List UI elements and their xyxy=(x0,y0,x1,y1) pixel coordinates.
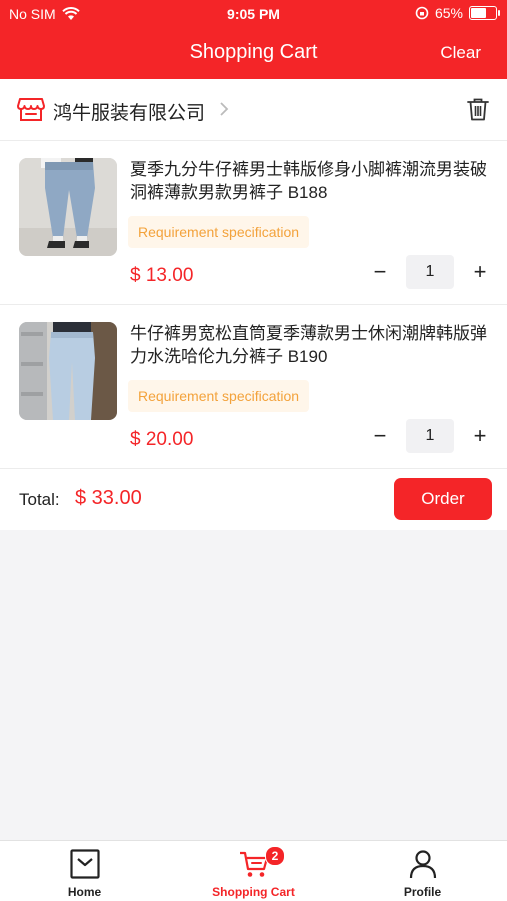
store-row[interactable]: 鸿牛服装有限公司 xyxy=(0,79,507,141)
product-price: $ 13.00 xyxy=(130,265,194,286)
tab-label: Profile xyxy=(403,885,442,899)
decrement-button[interactable]: − xyxy=(368,260,392,284)
product-title[interactable]: 夏季九分牛仔裤男士韩版修身小脚裤潮流男装破洞裤薄款男款男裤子 B188 xyxy=(130,158,490,204)
order-button[interactable]: Order xyxy=(394,478,492,520)
orientation-lock-icon xyxy=(415,6,429,20)
increment-button[interactable]: + xyxy=(468,260,492,284)
page-title: Shopping Cart xyxy=(189,41,318,63)
increment-button[interactable]: + xyxy=(468,424,492,448)
battery-percent: 65% xyxy=(434,5,463,21)
store-name[interactable]: 鸿牛服装有限公司 xyxy=(53,98,205,125)
total-value: $ 33.00 xyxy=(75,487,142,509)
decrement-button[interactable]: − xyxy=(368,424,392,448)
tab-label: Shopping Cart xyxy=(212,885,295,899)
clear-button[interactable]: Clear xyxy=(440,43,481,63)
trash-icon[interactable] xyxy=(467,97,489,121)
profile-icon xyxy=(409,850,437,879)
checkout-bar: Total: $ 33.00 Order xyxy=(0,469,507,530)
product-price: $ 20.00 xyxy=(130,429,194,450)
total-label: Total: xyxy=(19,490,60,509)
cart-item: 夏季九分牛仔裤男士韩版修身小脚裤潮流男装破洞裤薄款男款男裤子 B188 Requ… xyxy=(0,141,507,305)
tab-shopping-cart[interactable]: 2 Shopping Cart xyxy=(169,841,338,901)
quantity-value[interactable]: 1 xyxy=(406,255,454,289)
quantity-stepper: − 1 + xyxy=(368,255,492,289)
status-bar: No SIM 9:05 PM 65% xyxy=(0,0,507,28)
spec-selector[interactable]: Requirement specification xyxy=(128,380,310,412)
home-icon xyxy=(70,849,100,879)
product-image[interactable] xyxy=(19,322,117,420)
product-image[interactable] xyxy=(19,158,117,256)
cart-badge: 2 xyxy=(265,846,285,866)
tab-bar: Home 2 Shopping Cart Profile xyxy=(0,840,507,901)
battery-icon xyxy=(469,6,500,20)
tab-profile[interactable]: Profile xyxy=(338,841,507,901)
chevron-right-icon xyxy=(220,102,229,116)
app-header: No SIM 9:05 PM 65% Shopping Cart Clear xyxy=(0,0,507,79)
tab-home[interactable]: Home xyxy=(0,841,169,901)
quantity-value[interactable]: 1 xyxy=(406,419,454,453)
spec-selector[interactable]: Requirement specification xyxy=(128,216,310,248)
quantity-stepper: − 1 + xyxy=(368,419,492,453)
store-icon xyxy=(17,98,45,121)
cart-item: 牛仔裤男宽松直筒夏季薄款男士休闲潮牌韩版弹力水洗哈伦九分裤子 B190 Requ… xyxy=(0,305,507,469)
product-title[interactable]: 牛仔裤男宽松直筒夏季薄款男士休闲潮牌韩版弹力水洗哈伦九分裤子 B190 xyxy=(130,322,490,368)
tab-label: Home xyxy=(67,885,102,899)
